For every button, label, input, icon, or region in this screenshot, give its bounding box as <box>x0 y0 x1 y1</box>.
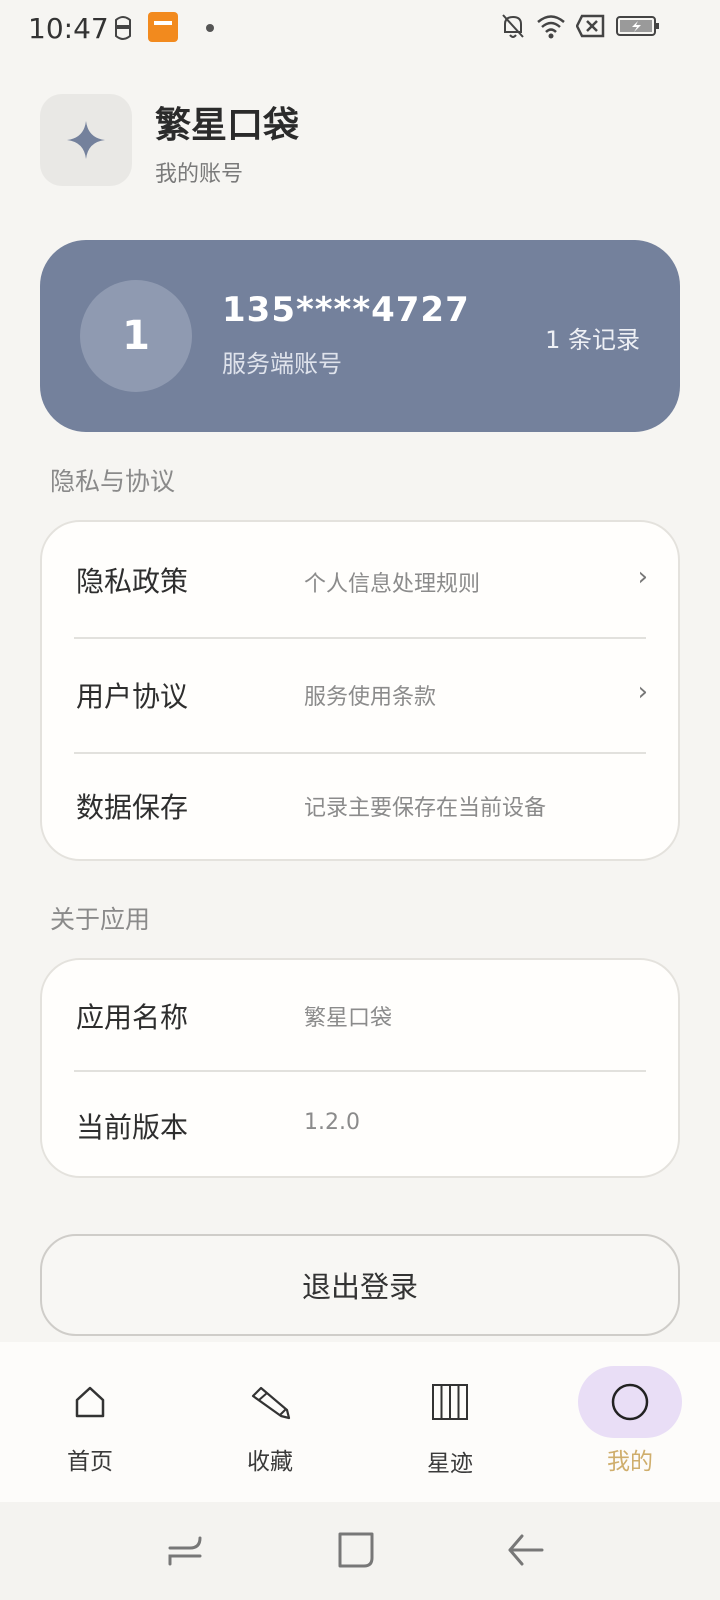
chevron-right-icon: › <box>637 677 648 707</box>
row-value: 1.2.0 <box>304 1110 360 1135</box>
app-logo <box>40 94 132 186</box>
sparkle-icon <box>67 121 105 159</box>
notification-dot-icon <box>206 24 214 32</box>
privacy-card: 隐私政策 个人信息处理规则 › 用户协议 服务使用条款 › 数据保存 记录主要保… <box>40 520 680 861</box>
nav-icon-wrap <box>578 1366 682 1438</box>
nav-label: 星迹 <box>427 1451 473 1477</box>
row-value: 服务使用条款 <box>304 685 437 710</box>
row-label: 数据保存 <box>76 791 189 824</box>
app-title: 繁星口袋 <box>155 105 300 146</box>
account-phone: 135****4727 <box>222 290 470 330</box>
account-type: 服务端账号 <box>222 350 342 378</box>
row-value: 个人信息处理规则 <box>304 572 481 597</box>
row-value: 繁星口袋 <box>304 1006 393 1031</box>
status-time: 10:47 <box>28 12 109 45</box>
nav-icon-wrap <box>38 1366 142 1438</box>
back-icon[interactable] <box>506 1530 546 1570</box>
page-subtitle: 我的账号 <box>155 162 244 187</box>
nav-item-mine[interactable]: 我的 <box>540 1342 720 1502</box>
row-label: 当前版本 <box>76 1111 189 1144</box>
nav-icon-wrap <box>398 1366 502 1438</box>
battery-charging-icon <box>616 16 659 36</box>
logout-button[interactable]: 退出登录 <box>40 1234 680 1336</box>
home-icon <box>75 1386 105 1418</box>
nav-label: 收藏 <box>247 1449 293 1475</box>
record-count: 1 条记录 <box>545 326 640 354</box>
nav-icon-wrap <box>218 1366 322 1438</box>
orange-app-icon <box>148 12 178 42</box>
status-bar: 10:47 <box>0 0 720 56</box>
chevron-right-icon: › <box>637 562 648 592</box>
wifi-icon <box>537 15 565 39</box>
home-button-icon[interactable] <box>336 1530 376 1570</box>
pencil-icon <box>251 1386 291 1420</box>
nav-item-favorites[interactable]: 收藏 <box>180 1342 360 1502</box>
circle-icon <box>611 1383 649 1421</box>
nav-label: 首页 <box>67 1449 113 1475</box>
row-label: 隐私政策 <box>76 565 189 598</box>
row-app-version: 当前版本 1.2.0 <box>42 1070 678 1176</box>
robot-icon <box>115 16 131 40</box>
row-label: 应用名称 <box>76 1001 189 1034</box>
row-label: 用户协议 <box>76 680 189 713</box>
section-title-privacy: 隐私与协议 <box>50 467 176 496</box>
row-privacy-policy[interactable]: 隐私政策 个人信息处理规则 › <box>42 522 678 637</box>
grid-columns-icon <box>432 1384 468 1420</box>
section-title-about: 关于应用 <box>50 905 151 934</box>
nav-item-home[interactable]: 首页 <box>0 1342 180 1502</box>
bottom-nav: 首页 收藏 星迹 我的 <box>0 1342 720 1502</box>
nav-label: 我的 <box>607 1449 653 1475</box>
row-value: 记录主要保存在当前设备 <box>304 796 547 821</box>
nav-item-star-trail[interactable]: 星迹 <box>360 1342 540 1502</box>
system-nav-bar <box>0 1502 720 1600</box>
recents-icon[interactable] <box>166 1530 206 1570</box>
sim-x-icon <box>576 14 605 38</box>
account-card[interactable]: 1 135****4727 服务端账号 1 条记录 <box>40 240 680 432</box>
row-app-name: 应用名称 繁星口袋 <box>42 960 678 1070</box>
row-user-agreement[interactable]: 用户协议 服务使用条款 › <box>42 637 678 752</box>
avatar: 1 <box>80 280 192 392</box>
row-data-storage: 数据保存 记录主要保存在当前设备 <box>42 752 678 859</box>
about-card: 应用名称 繁星口袋 当前版本 1.2.0 <box>40 958 680 1178</box>
bell-off-icon <box>502 14 524 38</box>
